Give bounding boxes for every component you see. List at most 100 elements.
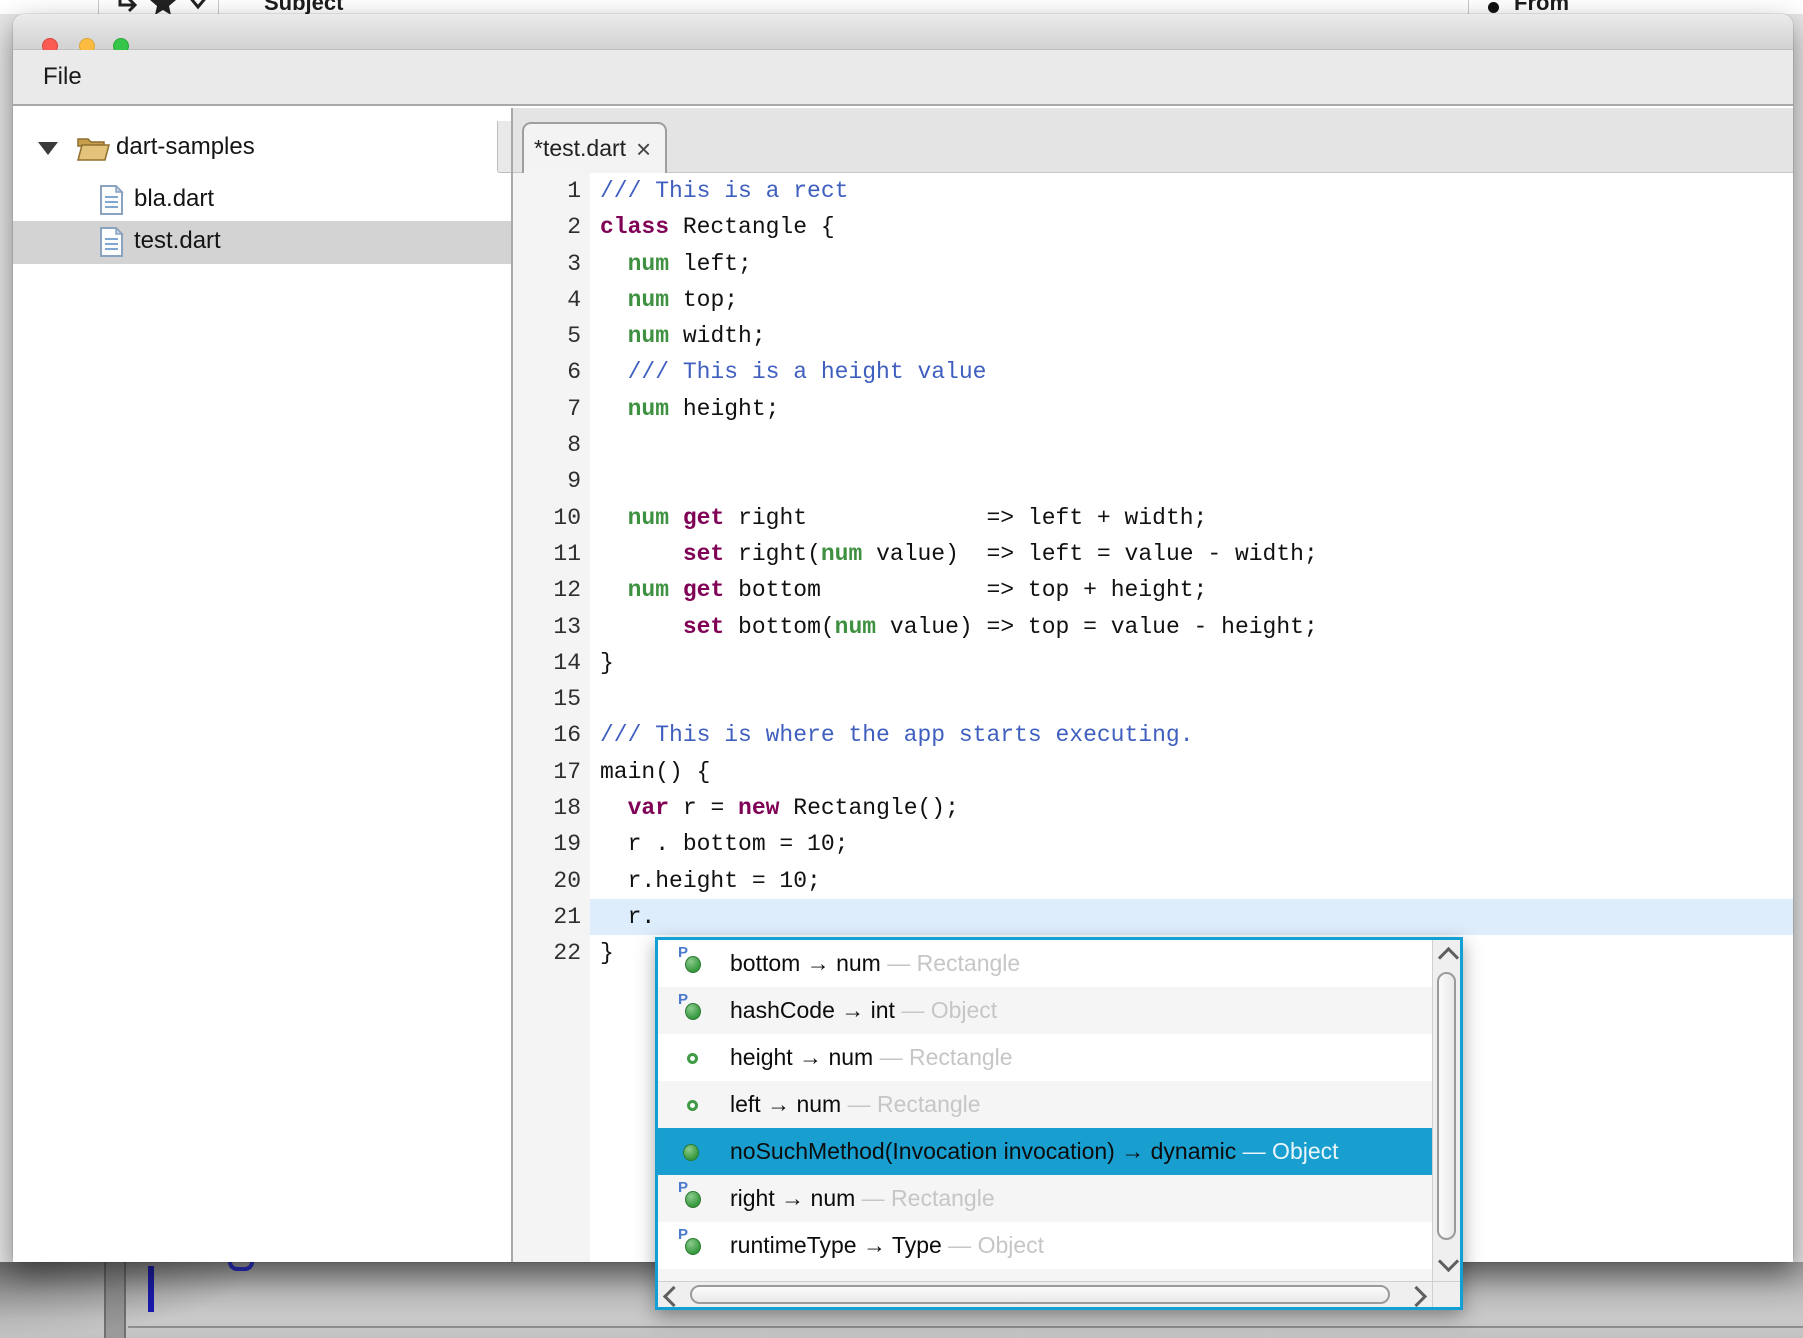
- completion-item-hashCode[interactable]: PhashCode → int — Object: [658, 987, 1432, 1034]
- completion-item-label: runtimeType → Type — Object: [730, 1232, 1044, 1259]
- editor-tab-bar: *test.dart ×: [513, 108, 1793, 173]
- line-number: 7: [513, 391, 590, 427]
- tab-close-icon[interactable]: ×: [636, 136, 651, 162]
- code-line-16: /// This is where the app starts executi…: [590, 717, 1793, 753]
- disclosure-triangle-icon[interactable]: [38, 142, 58, 155]
- line-number: 2: [513, 209, 590, 245]
- completion-item-label: hashCode → int — Object: [730, 997, 997, 1024]
- field-icon: [678, 1041, 708, 1075]
- toolbar-divider: [98, 0, 99, 14]
- code-line-2: class Rectangle {: [590, 209, 1793, 245]
- completion-item-label: bottom → num — Rectangle: [730, 950, 1020, 977]
- completion-item-right[interactable]: Pright → num — Rectangle: [658, 1175, 1432, 1222]
- toolbar-divider: [1468, 0, 1469, 14]
- code-line-1: /// This is a rect: [590, 173, 1793, 209]
- line-number: 6: [513, 354, 590, 390]
- completion-list[interactable]: Pbottom → num — RectanglePhashCode → int…: [658, 940, 1432, 1281]
- reply-arrow-icon: [114, 0, 140, 13]
- chevron-down-icon: [186, 0, 210, 11]
- toolbar-divider: [218, 0, 219, 14]
- property-getter-icon: P: [678, 1229, 708, 1263]
- property-getter-icon: P: [678, 1182, 708, 1216]
- code-line-14: }: [590, 645, 1793, 681]
- line-number: 16: [513, 717, 590, 753]
- dart-file-icon: [99, 185, 124, 215]
- unread-dot-icon: [1488, 2, 1499, 13]
- scroll-down-arrow-icon[interactable]: [1438, 1251, 1459, 1272]
- completion-item-label: right → num — Rectangle: [730, 1185, 995, 1212]
- line-number: 20: [513, 863, 590, 899]
- code-line-4: num top;: [590, 282, 1793, 318]
- completion-item-bottom[interactable]: Pbottom → num — Rectangle: [658, 940, 1432, 987]
- code-line-15: [590, 681, 1793, 717]
- code-line-5: num width;: [590, 318, 1793, 354]
- horizontal-scrollbar-thumb[interactable]: [690, 1285, 1390, 1304]
- line-number: 15: [513, 681, 590, 717]
- tree-item-label[interactable]: dart-samples: [116, 133, 255, 161]
- code-line-19: r . bottom = 10;: [590, 826, 1793, 862]
- line-number: 3: [513, 246, 590, 282]
- completion-item-noSuchMethod-Invocation-invocation[interactable]: noSuchMethod(Invocation invocation) → dy…: [658, 1128, 1432, 1175]
- code-line-11: set right(num value) => left = value - w…: [590, 536, 1793, 572]
- tree-item-label[interactable]: test.dart: [134, 227, 221, 255]
- code-line-7: num height;: [590, 391, 1793, 427]
- star-icon: [150, 0, 176, 14]
- line-number: 9: [513, 463, 590, 499]
- line-number: 21: [513, 899, 590, 935]
- completion-vertical-scrollbar[interactable]: [1432, 940, 1460, 1281]
- line-number: 1: [513, 173, 590, 209]
- completion-horizontal-scrollbar[interactable]: [658, 1281, 1432, 1307]
- line-number: 11: [513, 536, 590, 572]
- menu-item-file[interactable]: File: [43, 50, 82, 104]
- dart-file-icon: [99, 227, 124, 257]
- sidebar-scrollbar[interactable]: [497, 121, 511, 173]
- line-number: 5: [513, 318, 590, 354]
- code-line-9: [590, 463, 1793, 499]
- file-tree-sidebar: dart-samples bla.dart test.dart: [13, 108, 511, 1262]
- completion-item-height[interactable]: height → num — Rectangle: [658, 1034, 1432, 1081]
- open-folder-icon: [76, 135, 110, 162]
- property-getter-icon: P: [678, 947, 708, 981]
- tree-item-label[interactable]: bla.dart: [134, 185, 214, 213]
- line-number: 12: [513, 572, 590, 608]
- completion-item-runtimeType[interactable]: PruntimeType → Type — Object: [658, 1222, 1432, 1269]
- background-shadow: [0, 1262, 260, 1338]
- property-getter-icon: P: [678, 994, 708, 1028]
- code-lines: /// This is a rectclass Rectangle { num …: [590, 173, 1793, 972]
- tab-label[interactable]: *test.dart: [534, 135, 626, 162]
- completion-item-label: left → num — Rectangle: [730, 1091, 981, 1118]
- line-number-gutter: 12345678910111213141516171819202122: [513, 173, 590, 1262]
- line-number: 22: [513, 935, 590, 971]
- line-number: 10: [513, 500, 590, 536]
- code-line-21: r.: [590, 899, 1793, 935]
- line-number: 17: [513, 754, 590, 790]
- tree-item-dart-samples[interactable]: dart-samples: [13, 127, 511, 170]
- from-column-header: From: [1514, 0, 1569, 14]
- code-line-6: /// This is a height value: [590, 354, 1793, 390]
- method-icon: [678, 1135, 708, 1169]
- tree-item-test-dart[interactable]: test.dart: [13, 221, 511, 264]
- tree-item-bla-dart[interactable]: bla.dart: [13, 179, 511, 222]
- vertical-scrollbar-thumb[interactable]: [1437, 972, 1456, 1240]
- window-titlebar[interactable]: [13, 14, 1793, 50]
- field-icon: [678, 1088, 708, 1122]
- completion-item-label: noSuchMethod(Invocation invocation) → dy…: [730, 1138, 1339, 1165]
- scroll-right-arrow-icon[interactable]: [1406, 1286, 1427, 1307]
- line-number: 4: [513, 282, 590, 318]
- line-number: 8: [513, 427, 590, 463]
- completion-item-left[interactable]: left → num — Rectangle: [658, 1081, 1432, 1128]
- scrollbar-corner: [1432, 1281, 1460, 1307]
- tab-test-dart[interactable]: *test.dart ×: [522, 122, 667, 173]
- code-line-3: num left;: [590, 246, 1793, 282]
- completion-item-toString[interactable]: toString() → String — Object: [658, 1269, 1432, 1281]
- code-line-13: set bottom(num value) => top = value - h…: [590, 609, 1793, 645]
- menu-bar: File: [13, 50, 1793, 106]
- code-line-8: [590, 427, 1793, 463]
- code-line-10: num get right => left + width;: [590, 500, 1793, 536]
- scroll-up-arrow-icon[interactable]: [1438, 947, 1459, 968]
- background-app-toolbar: Subject From: [0, 0, 1803, 14]
- code-line-18: var r = new Rectangle();: [590, 790, 1793, 826]
- completion-item-label: height → num — Rectangle: [730, 1044, 1013, 1071]
- scroll-left-arrow-icon[interactable]: [663, 1286, 684, 1307]
- code-line-20: r.height = 10;: [590, 863, 1793, 899]
